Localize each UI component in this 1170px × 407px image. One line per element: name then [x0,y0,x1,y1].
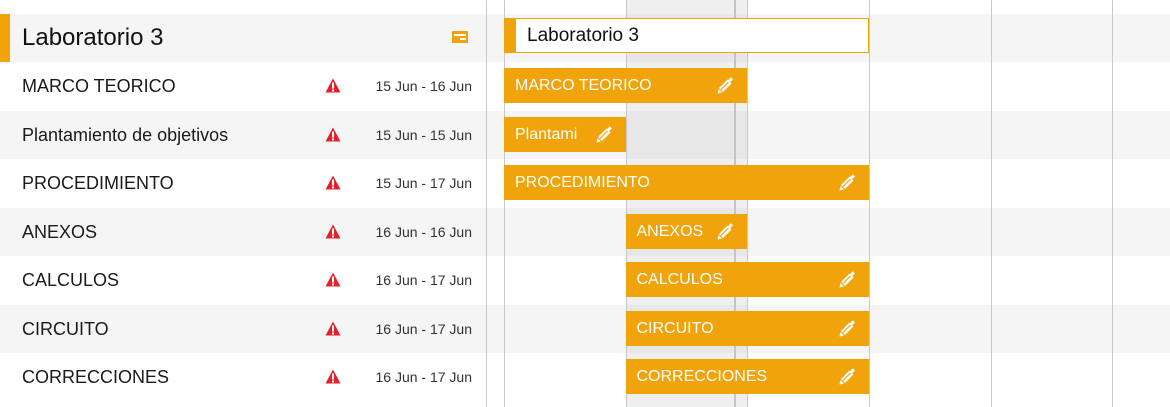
warning-icon [325,224,341,238]
collapse-group-icon[interactable] [452,30,468,44]
group-row[interactable]: Laboratorio 3 [0,14,486,62]
gantt-view: Laboratorio 3 MARCO TEORICO 15 Jun - 16 J… [0,0,1170,407]
task-name: Plantamiento de objetivos [22,124,229,145]
task-bar[interactable]: PROCEDIMIENTO [504,165,869,200]
task-name: CALCULOS [22,270,120,290]
task-name: ANEXOS [22,221,98,242]
day-gridline [747,0,748,407]
day-gridline [626,0,627,407]
task-row[interactable]: CORRECCIONES 16 Jun - 17 Jun [0,353,486,401]
task-date-range: 15 Jun - 15 Jun [375,126,472,143]
task-bar[interactable]: CORRECCIONES [625,359,869,394]
edit-pencil-icon[interactable] [716,77,734,95]
task-bar[interactable]: CALCULOS [625,262,869,297]
task-date-range: 16 Jun - 17 Jun [375,320,472,337]
task-bar-label: ANEXOS [636,222,704,240]
day-gridline [1112,0,1113,407]
timeline-panel: Laboratorio 3 MARCO TEORICO Plantami PROCE… [487,0,1170,407]
day-gridline [991,0,992,407]
task-bar[interactable]: ANEXOS [625,213,747,249]
task-name: PROCEDIMIENTO [22,173,174,193]
warning-icon [325,127,341,141]
today-column [626,0,747,407]
warning-icon [325,272,341,287]
edit-pencil-icon[interactable] [595,125,613,144]
day-gridline [504,0,505,407]
task-list-panel: Laboratorio 3 MARCO TEORICO 15 Jun - 16 J… [0,0,487,407]
warning-icon [325,175,341,190]
task-bar[interactable]: Plantami [504,116,626,152]
task-bar[interactable]: MARCO TEORICO [504,68,747,103]
warning-icon [325,78,341,93]
task-row[interactable]: ANEXOS 16 Jun - 16 Jun [0,207,486,256]
task-name: CIRCUITO [22,318,109,339]
edit-pencil-icon[interactable] [716,222,734,241]
task-bar-label: PROCEDIMIENTO [515,174,650,191]
task-row[interactable]: CIRCUITO 16 Jun - 17 Jun [0,304,486,353]
task-row[interactable]: PROCEDIMIENTO 15 Jun - 17 Jun [0,159,486,207]
task-row[interactable]: Plantamiento de objetivos 15 Jun - 15 Jun [0,110,486,159]
group-title: Laboratorio 3 [22,24,164,51]
group-bar-label: Laboratorio 3 [527,25,639,46]
task-bar-label: MARCO TEORICO [515,77,652,94]
task-date-range: 15 Jun - 17 Jun [375,175,472,191]
task-bar-label: CORRECCIONES [636,368,768,385]
group-accent-bar [0,14,10,62]
task-row[interactable]: MARCO TEORICO 15 Jun - 16 Jun [0,62,486,110]
group-summary-bar[interactable]: Laboratorio 3 [504,18,869,53]
task-date-range: 15 Jun - 16 Jun [375,78,472,94]
group-bar-accent [505,19,516,52]
edit-pencil-icon[interactable] [838,319,856,338]
edit-pencil-icon[interactable] [838,174,856,192]
task-date-range: 16 Jun - 17 Jun [375,369,472,385]
timeline-row-band [487,207,1170,256]
task-name: CORRECCIONES [22,367,170,387]
task-bar[interactable]: CIRCUITO [625,310,869,346]
warning-icon [325,321,341,335]
task-date-range: 16 Jun - 17 Jun [375,272,472,288]
task-bar-label: CIRCUITO [636,319,714,337]
task-row[interactable]: CALCULOS 16 Jun - 17 Jun [0,256,486,304]
edit-pencil-icon[interactable] [838,271,856,289]
task-bar-label: CALCULOS [636,271,723,288]
task-name: MARCO TEORICO [22,76,176,96]
task-date-range: 16 Jun - 16 Jun [375,223,472,240]
task-bar-label: Plantami [515,125,578,143]
day-gridline [869,0,870,407]
warning-icon [325,369,341,384]
edit-pencil-icon[interactable] [838,368,856,386]
today-marker-line [734,0,736,407]
